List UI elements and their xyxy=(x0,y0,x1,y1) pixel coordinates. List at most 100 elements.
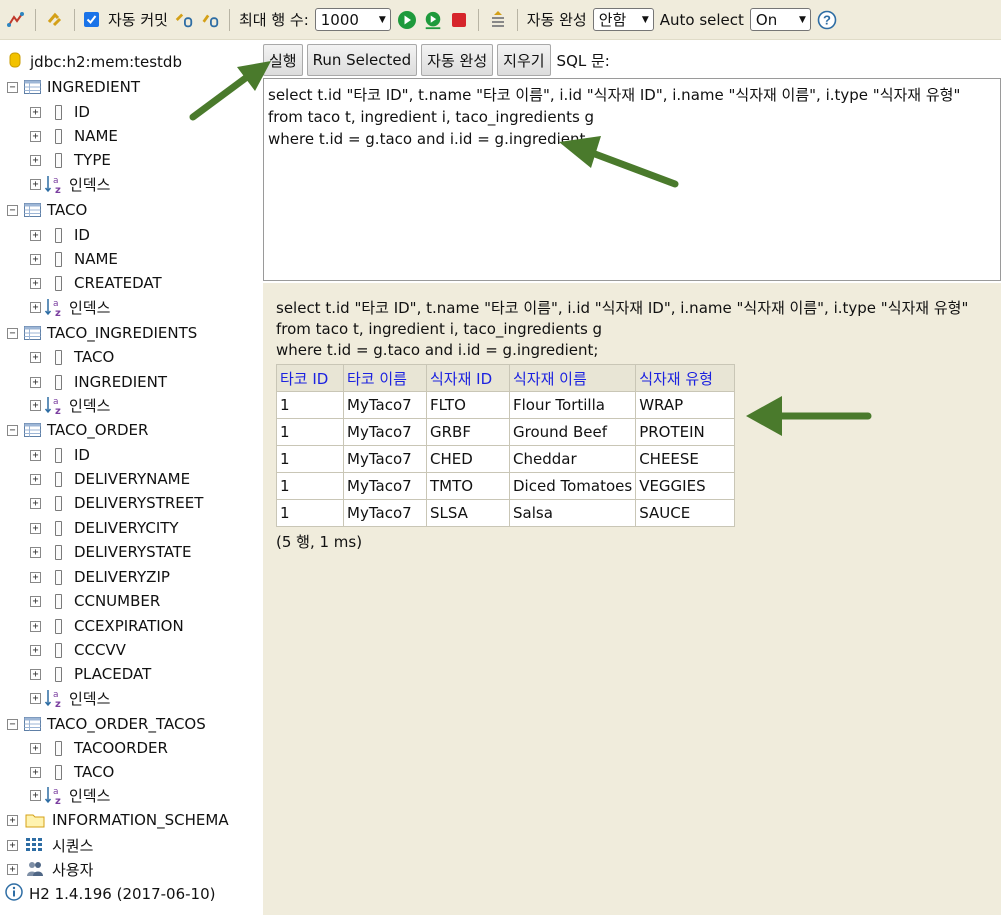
tree-table-ingredient[interactable]: − INGREDIENT xyxy=(7,76,140,98)
expand-icon[interactable]: + xyxy=(30,571,41,583)
expand-icon[interactable]: + xyxy=(30,473,41,485)
rollback-icon[interactable] xyxy=(174,10,194,30)
expand-icon[interactable]: + xyxy=(30,692,41,704)
autocommit-checkbox[interactable] xyxy=(84,12,99,27)
tree-column[interactable]: + DELIVERYZIP xyxy=(30,566,170,588)
expand-icon[interactable]: + xyxy=(30,449,41,461)
column-header[interactable]: 식자재 이름 xyxy=(508,364,637,392)
tree-index[interactable]: + a z 인덱스 xyxy=(30,784,110,806)
table-cell: 1 xyxy=(276,445,344,473)
tree-index[interactable]: + a z 인덱스 xyxy=(30,394,110,416)
sql-editor[interactable]: select t.id "타코 ID", t.name "타코 이름", i.i… xyxy=(263,78,1001,281)
tree-column[interactable]: + DELIVERYNAME xyxy=(30,468,190,490)
run-icon[interactable] xyxy=(397,10,417,30)
run-selected-button[interactable]: Run Selected xyxy=(306,44,418,76)
tree-column[interactable]: + ID xyxy=(30,101,90,123)
expand-icon[interactable]: + xyxy=(30,301,41,313)
table-cell: CHED xyxy=(426,445,510,473)
tree-column[interactable]: + TACO xyxy=(30,761,114,783)
autocomplete-button[interactable]: 자동 완성 xyxy=(421,44,494,76)
expand-icon[interactable]: + xyxy=(30,130,41,142)
column-header[interactable]: 식자재 유형 xyxy=(635,364,736,392)
tree-column[interactable]: + TYPE xyxy=(30,149,111,171)
index-icon: az xyxy=(44,174,64,194)
tree-column[interactable]: + DELIVERYCITY xyxy=(30,517,179,539)
tree-column[interactable]: + PLACEDAT xyxy=(30,663,151,685)
tree-sequences[interactable]: + 시퀀스 xyxy=(7,834,93,856)
tree-column[interactable]: + NAME xyxy=(30,248,118,270)
expand-icon[interactable]: + xyxy=(30,595,41,607)
expand-icon[interactable]: + xyxy=(30,178,41,190)
column-header[interactable]: 타코 ID xyxy=(276,364,344,392)
expand-icon[interactable]: + xyxy=(30,620,41,632)
collapse-icon[interactable]: − xyxy=(7,204,18,216)
expand-icon[interactable]: + xyxy=(30,351,41,363)
expand-icon[interactable]: + xyxy=(7,814,18,826)
tree-table-taco-ingredients[interactable]: − TACO_INGREDIENTS xyxy=(7,322,197,344)
expand-icon[interactable]: + xyxy=(30,154,41,166)
commit-icon[interactable] xyxy=(200,10,220,30)
expand-icon[interactable]: + xyxy=(7,863,18,875)
collapse-icon[interactable]: − xyxy=(7,81,18,93)
expand-icon[interactable]: + xyxy=(30,399,41,411)
collapse-icon[interactable]: − xyxy=(7,718,18,730)
tree-index[interactable]: + a z 인덱스 xyxy=(30,173,110,195)
expand-icon[interactable]: + xyxy=(7,839,18,851)
tree-users[interactable]: + 사용자 xyxy=(7,858,93,880)
tree-column[interactable]: + TACO xyxy=(30,346,114,368)
expand-icon[interactable]: + xyxy=(30,742,41,754)
expand-icon[interactable]: + xyxy=(30,766,41,778)
tree-column[interactable]: + INGREDIENT xyxy=(30,371,167,393)
table-cell: Cheddar xyxy=(508,445,637,473)
column-name: NAME xyxy=(74,127,118,145)
tree-column[interactable]: + DELIVERYSTATE xyxy=(30,541,191,563)
expand-icon[interactable]: + xyxy=(30,253,41,265)
column-icon xyxy=(55,152,62,168)
tree-column[interactable]: + CREATEDAT xyxy=(30,272,162,294)
column-header[interactable]: 식자재 ID xyxy=(426,364,510,392)
run-button[interactable]: 실행 xyxy=(263,44,303,76)
tree-column[interactable]: + CCEXPIRATION xyxy=(30,615,184,637)
autoselect-select[interactable]: On ▼ xyxy=(749,8,811,31)
expand-icon[interactable]: + xyxy=(30,789,41,801)
tree-column[interactable]: + NAME xyxy=(30,125,118,147)
tree-table-taco-order[interactable]: − TACO_ORDER xyxy=(7,419,148,441)
run-selected-icon[interactable] xyxy=(423,10,443,30)
collapse-icon[interactable]: − xyxy=(7,327,18,339)
index-icon: az xyxy=(44,785,64,805)
sequences-label: 시퀀스 xyxy=(52,836,94,855)
tree-connection[interactable]: jdbc:h2:mem:testdb xyxy=(9,51,182,73)
help-icon[interactable]: ? xyxy=(817,10,837,30)
expand-icon[interactable]: + xyxy=(30,229,41,241)
tree-table-taco[interactable]: − TACO xyxy=(7,199,87,221)
refresh-tree-icon[interactable] xyxy=(6,10,26,30)
expand-icon[interactable]: + xyxy=(30,522,41,534)
expand-icon[interactable]: + xyxy=(30,644,41,656)
maxrows-select[interactable]: 1000 ▼ xyxy=(314,8,391,31)
clear-button[interactable]: 지우기 xyxy=(497,44,551,76)
tree-index[interactable]: + a z 인덱스 xyxy=(30,687,110,709)
collapse-icon[interactable]: − xyxy=(7,424,18,436)
tree-column[interactable]: + ID xyxy=(30,224,90,246)
disconnect-icon[interactable] xyxy=(45,10,65,30)
table-name: TACO_INGREDIENTS xyxy=(47,324,198,342)
table-cell: MyTaco7 xyxy=(343,391,427,419)
history-icon[interactable] xyxy=(488,10,508,30)
tree-index[interactable]: + a z 인덱스 xyxy=(30,296,110,318)
expand-icon[interactable]: + xyxy=(30,106,41,118)
expand-icon[interactable]: + xyxy=(30,497,41,509)
expand-icon[interactable]: + xyxy=(30,376,41,388)
autocomplete-select[interactable]: 안함 ▼ xyxy=(592,8,654,31)
expand-icon[interactable]: + xyxy=(30,668,41,680)
tree-column[interactable]: + CCNUMBER xyxy=(30,590,160,612)
expand-icon[interactable]: + xyxy=(30,546,41,558)
stop-icon[interactable] xyxy=(449,10,469,30)
tree-table-taco-order-tacos[interactable]: − TACO_ORDER_TACOS xyxy=(7,713,206,735)
tree-column[interactable]: + ID xyxy=(30,444,90,466)
column-header[interactable]: 타코 이름 xyxy=(343,364,427,392)
tree-column[interactable]: + CCCVV xyxy=(30,639,126,661)
expand-icon[interactable]: + xyxy=(30,277,41,289)
tree-information-schema[interactable]: + INFORMATION_SCHEMA xyxy=(7,809,229,831)
tree-column[interactable]: + TACOORDER xyxy=(30,737,168,759)
tree-column[interactable]: + DELIVERYSTREET xyxy=(30,492,203,514)
